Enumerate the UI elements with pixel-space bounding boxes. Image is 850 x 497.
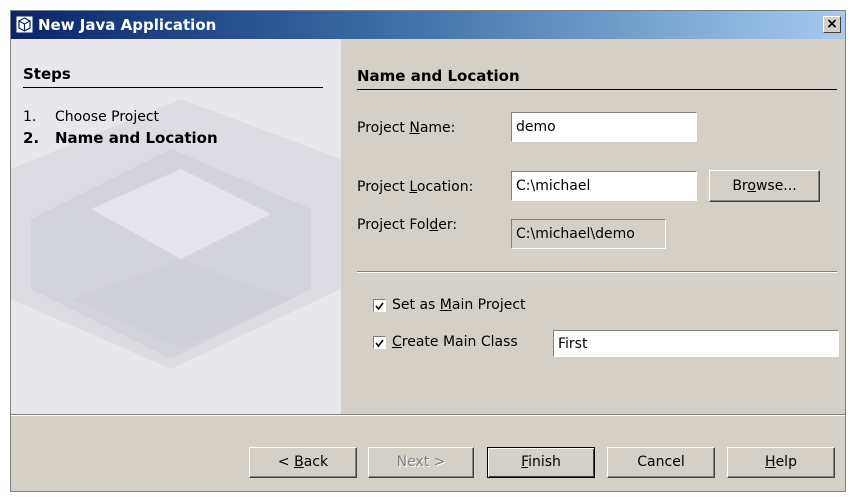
step-label: Name and Location — [55, 129, 218, 147]
browse-button[interactable]: Browse... — [709, 170, 820, 202]
wizard-background-graphic — [11, 99, 341, 369]
step-item-name-and-location: 2. Name and Location — [23, 129, 218, 147]
step-item-choose-project: 1. Choose Project — [23, 109, 159, 125]
create-main-class-label[interactable]: Create Main Class — [392, 334, 518, 350]
window-title: New Java Application — [38, 16, 217, 34]
content-panel: Name and Location Project Name: demo Pro… — [357, 39, 845, 414]
step-number: 1. — [23, 109, 37, 125]
checkmark-icon — [375, 302, 384, 311]
step-label: Choose Project — [55, 109, 160, 125]
section-title: Name and Location — [357, 67, 520, 85]
checkmark-icon — [375, 339, 384, 348]
set-main-project-label[interactable]: Set as Main Project — [392, 297, 526, 313]
back-button[interactable]: < Back — [249, 447, 357, 478]
section-divider — [357, 89, 837, 90]
set-main-project-checkbox[interactable] — [373, 299, 386, 312]
footer-separator — [11, 414, 845, 416]
title-bar[interactable]: New Java Application × — [11, 11, 845, 39]
project-location-label: Project Location: — [357, 179, 474, 195]
dialog-window: New Java Application × Steps 1. Choose Pr… — [10, 10, 846, 492]
options-separator — [357, 271, 837, 273]
help-button[interactable]: Help — [727, 447, 835, 478]
create-main-class-checkbox[interactable] — [373, 336, 386, 349]
close-button[interactable]: × — [823, 16, 841, 33]
project-name-label: Project Name: — [357, 120, 456, 136]
cancel-button[interactable]: Cancel — [607, 447, 715, 478]
step-number: 2. — [23, 129, 40, 147]
steps-title: Steps — [23, 65, 71, 83]
project-name-input[interactable]: demo — [511, 112, 697, 142]
project-location-input[interactable]: C:\michael — [511, 171, 697, 201]
steps-panel: Steps 1. Choose Project 2. Name and Locati… — [11, 39, 341, 414]
close-icon: × — [826, 16, 838, 32]
project-folder-field: C:\michael\demo — [511, 219, 666, 249]
main-class-input[interactable]: First — [553, 330, 839, 357]
netbeans-cube-icon — [16, 16, 33, 33]
steps-divider — [23, 87, 323, 88]
next-button[interactable]: Next > — [368, 447, 474, 478]
finish-button[interactable]: Finish — [487, 447, 595, 478]
project-folder-label: Project Folder: — [357, 217, 458, 233]
